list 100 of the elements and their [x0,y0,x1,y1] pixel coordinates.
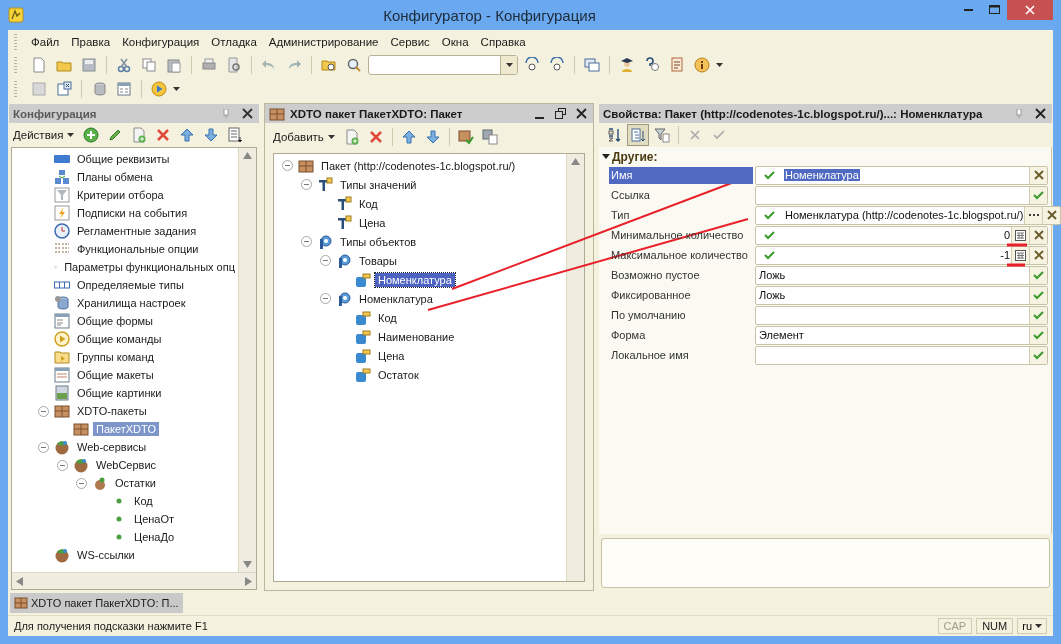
menu-item[interactable]: Справка [474,33,532,50]
tree-item[interactable]: WebСервис [93,458,160,472]
check-icon [1032,190,1045,200]
property-label[interactable]: Имя [609,166,753,184]
search-combobox[interactable] [368,55,518,75]
menu-item[interactable]: Администрирование [262,33,385,50]
dropdown-field[interactable]: Элемент [755,325,1048,345]
calculator-button[interactable] [1011,226,1029,244]
tree-item[interactable]: Планы обмена [74,170,156,184]
select-button[interactable] [1024,206,1043,224]
tree-item[interactable]: ЦенаДо [131,530,178,544]
tree-item[interactable]: Группы команд [74,350,157,364]
tree-item[interactable]: Цена [375,348,408,363]
tree-item[interactable]: Критерии отбора [74,188,167,202]
tree-item[interactable]: Наименование [375,329,458,344]
dropdown-field[interactable]: Ложь [755,285,1048,305]
clear-button[interactable] [1042,206,1061,224]
dropdown-button[interactable] [1029,346,1047,364]
property-label[interactable]: Форма [609,326,753,344]
tree-item[interactable]: Подписки на события [74,206,191,220]
dropdown-button[interactable] [1029,326,1047,344]
tree-item[interactable]: Код [375,310,400,325]
input-field[interactable]: Номенклатура [755,165,1048,185]
vertical-scrollbar[interactable] [238,148,256,572]
horizontal-scrollbar[interactable] [12,572,256,589]
clear-button[interactable] [1029,246,1047,264]
play-button[interactable] [148,78,170,100]
play-icon [54,331,70,347]
tree-item[interactable]: Общие макеты [74,368,157,382]
tree-item[interactable]: Типы объектов [337,234,420,249]
property-label[interactable]: Тип [609,206,753,224]
dropdown-button[interactable] [1029,306,1047,324]
menu-item[interactable]: Правка [65,33,117,50]
windows-icon [584,57,600,73]
tree-item[interactable]: Общие картинки [74,386,165,400]
dropdown-button[interactable] [1029,286,1047,304]
tree-item[interactable]: Остаток [375,367,422,382]
tree-item[interactable]: Регламентные задания [74,224,200,238]
clear-button[interactable] [1029,166,1047,184]
actions-menu-button[interactable]: Действия [13,129,79,141]
tree-item[interactable]: Код [356,196,381,211]
tree-item[interactable]: Web-сервисы [74,440,150,454]
tree-item[interactable]: Номенклатура [375,272,455,287]
tree-item[interactable]: Типы значений [337,177,420,192]
tree-item[interactable]: Общие формы [74,314,156,328]
dropdown-field[interactable]: Ложь [755,265,1048,285]
info-button[interactable] [691,54,713,76]
tree-item[interactable]: Общие реквизиты [74,152,173,166]
tree-item[interactable]: ЦенаОт [131,512,178,526]
property-label[interactable]: Локальное имя [609,346,753,364]
tree-item[interactable]: Цена [356,215,389,230]
clear-button[interactable] [1029,226,1047,244]
tree-item[interactable]: Общие команды [74,332,165,346]
category-view-button[interactable] [627,124,649,146]
tree-item[interactable]: WS-ссылки [74,548,138,562]
tree-item[interactable]: Номенклатура [356,291,436,306]
tree-item[interactable]: Товары [356,253,400,268]
menu-item[interactable]: Конфигурация [116,33,206,50]
tree-item[interactable]: Остатки [112,476,159,490]
tree-item[interactable]: Код [131,494,156,508]
input-field[interactable]: 0 [755,225,1048,245]
property-label[interactable]: Фиксированное [609,286,753,304]
collapse-button[interactable] [602,153,610,161]
menu-item[interactable]: Файл [25,33,66,50]
window-tab[interactable]: XDTO пакет ПакетXDTO: П... [10,593,183,613]
tree-item[interactable]: Параметры функциональных опц [61,260,238,274]
caret-icon [327,135,335,139]
calculator-button[interactable] [1011,246,1029,264]
menu-item[interactable]: Сервис [384,33,436,50]
tree-item[interactable]: Пакет (http://codenotes-1c.blogspot.ru/) [318,158,519,173]
minus-icon [41,446,46,448]
dropdown-field[interactable] [755,305,1048,325]
tree-item[interactable]: Хранилища настроек [74,296,189,310]
menu-item[interactable]: Отладка [205,33,263,50]
check-icon [764,250,776,260]
menu-item[interactable]: Окна [435,33,475,50]
minus-icon [79,482,84,484]
dropdown-field[interactable] [755,185,1048,205]
language-button[interactable]: ru [1017,618,1047,634]
property-label[interactable]: Возможно пустое [609,266,753,284]
add-menu-button[interactable]: Добавить [273,131,339,143]
property-label[interactable]: По умолчанию [609,306,753,324]
tree-item[interactable]: Функциональные опции [74,242,202,256]
clear-icon [1033,230,1044,240]
minimize-icon [963,9,973,11]
minus-icon [304,241,309,242]
sort-az-icon [606,127,622,143]
tree-item[interactable]: Определяемые типы [74,278,187,292]
dropdown-field[interactable] [755,345,1048,365]
minimize-icon [534,116,544,119]
close-icon [1025,5,1035,15]
dropdown-button[interactable] [1029,266,1047,284]
triangle-icon [602,153,610,161]
tree-item[interactable]: XDTO-пакеты [74,404,150,418]
property-label[interactable]: Ссылка [609,186,753,204]
input-field[interactable]: Номенклатура (http://codenotes-1c.blogspot.ru/) [755,205,1061,225]
input-field[interactable]: -1 [755,245,1048,265]
lightning-icon [54,205,70,221]
vertical-scrollbar[interactable] [566,154,584,581]
restore-button[interactable] [552,105,568,122]
